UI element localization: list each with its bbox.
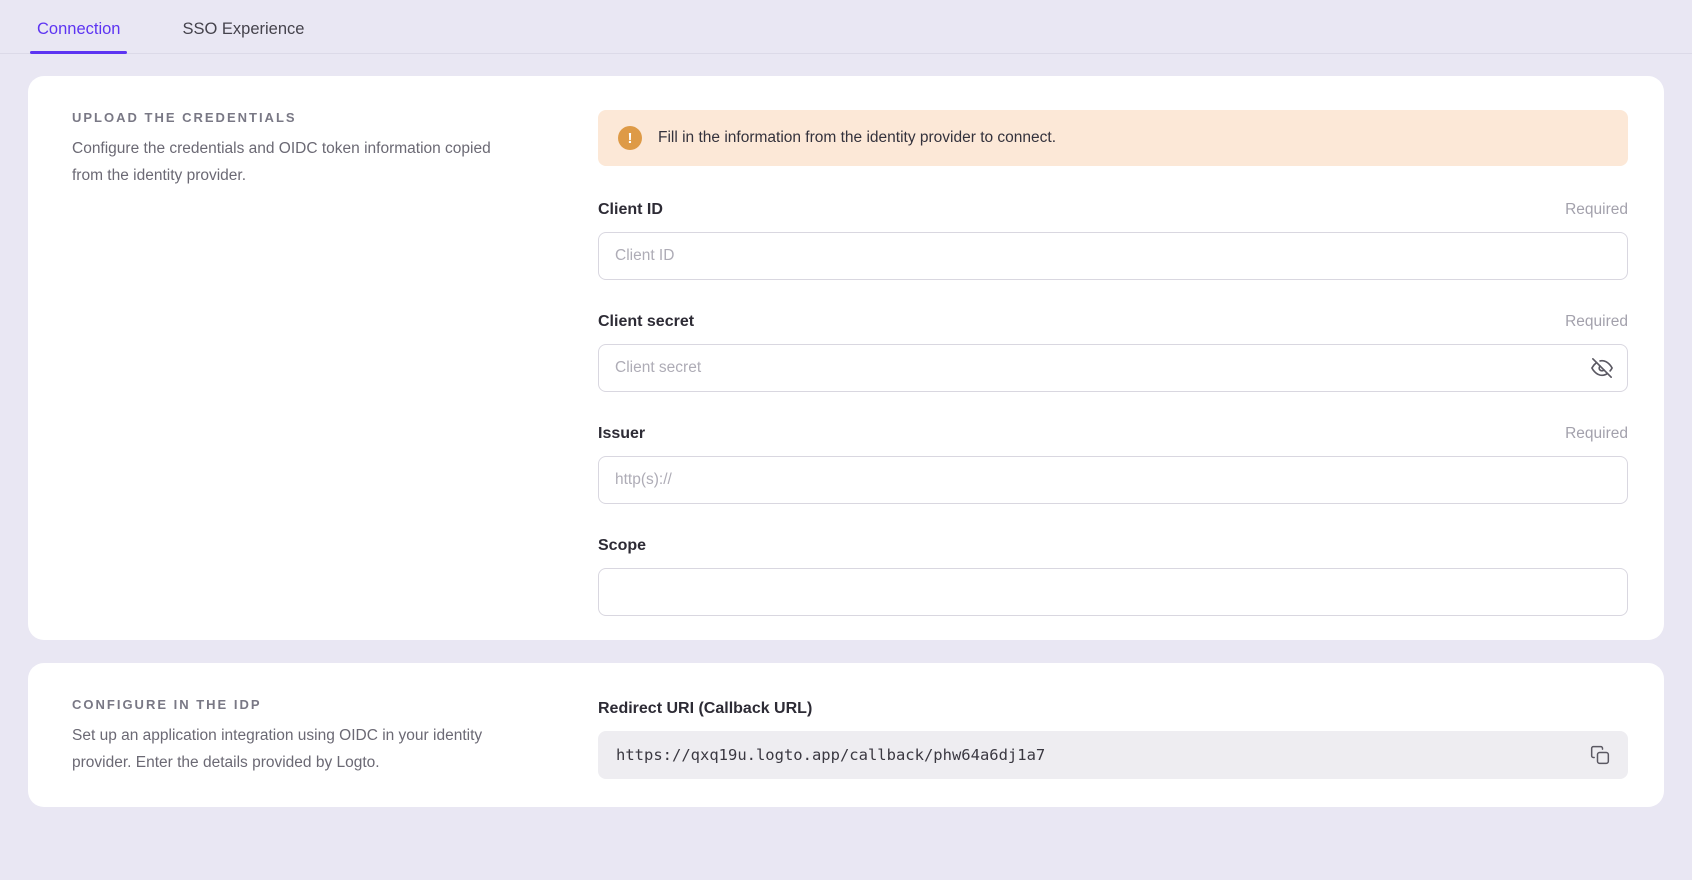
issuer-label: Issuer xyxy=(598,422,645,446)
tab-connection[interactable]: Connection xyxy=(30,14,127,53)
alert-text: Fill in the information from the identit… xyxy=(658,129,1056,147)
tab-sso-experience[interactable]: SSO Experience xyxy=(175,14,311,53)
field-client-secret: Client secret Required xyxy=(598,310,1628,392)
scope-input[interactable] xyxy=(598,568,1628,616)
required-badge: Required xyxy=(1565,422,1628,446)
redirect-uri-box: https://qxq19u.logto.app/callback/phw64a… xyxy=(598,731,1628,779)
alert-banner: ! Fill in the information from the ident… xyxy=(598,110,1628,166)
copy-button[interactable] xyxy=(1584,739,1616,771)
credentials-section-intro: UPLOAD THE CREDENTIALS Configure the cre… xyxy=(72,110,532,189)
toggle-secret-visibility-button[interactable] xyxy=(1586,352,1618,384)
issuer-input[interactable] xyxy=(598,456,1628,504)
tab-bar: Connection SSO Experience xyxy=(0,0,1692,54)
client-id-input[interactable] xyxy=(598,232,1628,280)
field-redirect-uri: Redirect URI (Callback URL) https://qxq1… xyxy=(598,697,1628,779)
scope-label: Scope xyxy=(598,534,646,558)
client-secret-label: Client secret xyxy=(598,310,694,334)
eye-off-icon xyxy=(1591,357,1613,379)
idp-card: CONFIGURE IN THE IDP Set up an applicati… xyxy=(28,663,1664,807)
section-description: Set up an application integration using … xyxy=(72,722,522,776)
section-title: CONFIGURE IN THE IDP xyxy=(72,697,532,712)
idp-section-intro: CONFIGURE IN THE IDP Set up an applicati… xyxy=(72,697,532,776)
warning-circle-icon: ! xyxy=(618,126,642,150)
client-id-label: Client ID xyxy=(598,198,663,222)
redirect-uri-label: Redirect URI (Callback URL) xyxy=(598,697,812,721)
required-badge: Required xyxy=(1565,310,1628,334)
field-client-id: Client ID Required xyxy=(598,198,1628,280)
copy-icon xyxy=(1590,745,1610,765)
field-scope: Scope xyxy=(598,534,1628,616)
required-badge: Required xyxy=(1565,198,1628,222)
section-title: UPLOAD THE CREDENTIALS xyxy=(72,110,532,125)
section-description: Configure the credentials and OIDC token… xyxy=(72,135,522,189)
field-issuer: Issuer Required xyxy=(598,422,1628,504)
credentials-card: UPLOAD THE CREDENTIALS Configure the cre… xyxy=(28,76,1664,640)
client-secret-input[interactable] xyxy=(598,344,1628,392)
redirect-uri-value: https://qxq19u.logto.app/callback/phw64a… xyxy=(616,746,1045,764)
